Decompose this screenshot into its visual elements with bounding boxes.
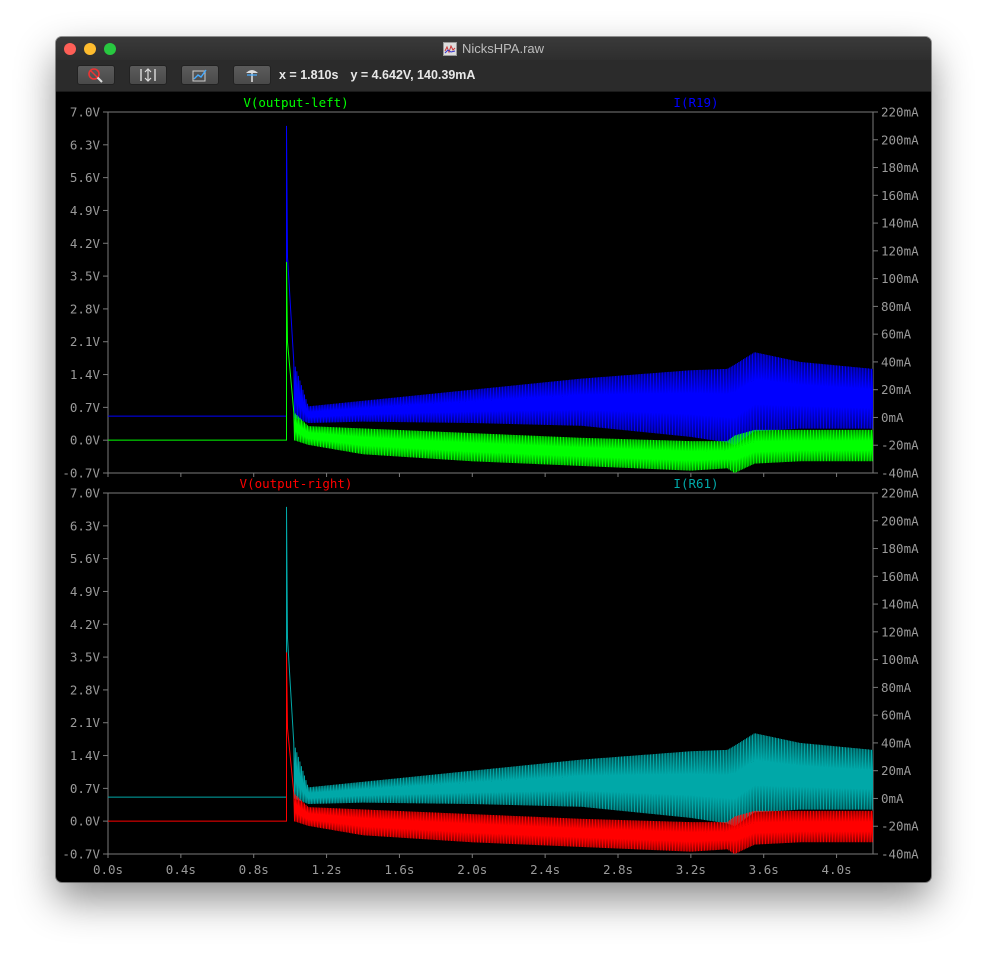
y-left-tick-label: 2.8V (70, 301, 101, 316)
y-left-tick-label: 0.0V (70, 433, 101, 448)
y-right-tick-label: 140mA (881, 597, 919, 612)
y-right-tick-label: 80mA (881, 680, 912, 695)
y-right-tick-label: 140mA (881, 216, 919, 231)
x-tick-label: 0.4s (166, 862, 196, 877)
y-left-tick-label: -0.7V (62, 847, 100, 862)
trace-label-v-output-right-: V(output-right) (240, 476, 353, 491)
y-right-tick-label: 180mA (881, 160, 919, 175)
y-right-tick-label: -40mA (881, 847, 919, 862)
y-left-tick-label: 4.9V (70, 584, 101, 599)
y-left-tick-label: 0.0V (70, 814, 101, 829)
y-left-tick-label: 7.0V (70, 486, 101, 501)
y-right-tick-label: 100mA (881, 652, 919, 667)
trace-label-i-r61-: I(R61) (673, 476, 718, 491)
y-right-tick-label: 0mA (881, 410, 904, 425)
y-right-tick-label: 160mA (881, 188, 919, 203)
y-right-tick-label: 40mA (881, 354, 912, 369)
y-right-tick-label: 100mA (881, 271, 919, 286)
traces (108, 506, 873, 854)
x-tick-label: 1.6s (384, 862, 414, 877)
y-right-tick-label: -40mA (881, 466, 919, 481)
y-left-tick-label: 6.3V (70, 137, 101, 152)
y-right-tick-label: 80mA (881, 299, 912, 314)
y-left-tick-label: 2.1V (70, 715, 101, 730)
y-right-tick-label: 120mA (881, 624, 919, 639)
chart-panel-top: 7.0V 6.3V 5.6V 4.9V 4.2V 3.5V 2.8V 2.1V 1.4V 0.7V… (62, 95, 919, 481)
x-tick-label: 2.0s (457, 862, 487, 877)
x-tick-label: 0.0s (93, 862, 123, 877)
y-right-tick-label: 220mA (881, 105, 919, 120)
y-right-tick-label: -20mA (881, 819, 919, 834)
trace-i-r19- (108, 125, 873, 445)
y-right-tick-label: 0mA (881, 791, 904, 806)
y-right-tick-label: 40mA (881, 735, 912, 750)
waveform-plot[interactable]: 7.0V 6.3V 5.6V 4.9V 4.2V 3.5V 2.8V 2.1V 1.4V 0.7V… (56, 37, 931, 882)
y-left-tick-label: 2.1V (70, 334, 101, 349)
x-tick-label: 0.8s (239, 862, 269, 877)
y-right-tick-label: 200mA (881, 132, 919, 147)
y-left-tick-label: 6.3V (70, 518, 101, 533)
y-right-tick-label: 220mA (881, 486, 919, 501)
y-right-tick-label: 60mA (881, 327, 912, 342)
y-left-tick-label: 0.7V (70, 781, 101, 796)
x-tick-label: 2.8s (603, 862, 633, 877)
traces (108, 125, 873, 473)
y-left-tick-label: 2.8V (70, 682, 101, 697)
x-tick-label: 3.6s (749, 862, 779, 877)
y-left-tick-label: 1.4V (70, 748, 101, 763)
y-right-tick-label: -20mA (881, 438, 919, 453)
chart-panel-bottom: 7.0V 6.3V 5.6V 4.9V 4.2V 3.5V 2.8V 2.1V 1.4V 0.7V… (62, 476, 919, 877)
y-left-tick-label: 3.5V (70, 650, 101, 665)
y-left-tick-label: 4.2V (70, 236, 101, 251)
y-left-tick-label: 5.6V (70, 551, 101, 566)
y-right-tick-label: 120mA (881, 243, 919, 258)
x-tick-label: 2.4s (530, 862, 560, 877)
y-left-tick-label: 7.0V (70, 105, 101, 120)
y-left-tick-label: 4.2V (70, 617, 101, 632)
y-right-tick-label: 180mA (881, 541, 919, 556)
y-right-tick-label: 60mA (881, 708, 912, 723)
y-right-tick-label: 160mA (881, 569, 919, 584)
y-left-tick-label: 5.6V (70, 170, 101, 185)
waveform-window: NicksHPA.raw x = 1.810s y = 4.642V, 140.… (56, 37, 931, 882)
y-left-tick-label: 4.9V (70, 203, 101, 218)
x-tick-label: 1.2s (312, 862, 342, 877)
y-left-tick-label: 0.7V (70, 400, 101, 415)
trace-i-r61- (108, 506, 873, 826)
trace-label-i-r19-: I(R19) (673, 95, 718, 110)
x-tick-label: 3.2s (676, 862, 706, 877)
y-right-tick-label: 20mA (881, 382, 912, 397)
x-tick-label: 4.0s (822, 862, 852, 877)
y-left-tick-label: 3.5V (70, 269, 101, 284)
y-right-tick-label: 20mA (881, 763, 912, 778)
y-left-tick-label: 1.4V (70, 367, 101, 382)
y-right-tick-label: 200mA (881, 513, 919, 528)
y-left-tick-label: -0.7V (62, 466, 100, 481)
trace-label-v-output-left-: V(output-left) (243, 95, 348, 110)
